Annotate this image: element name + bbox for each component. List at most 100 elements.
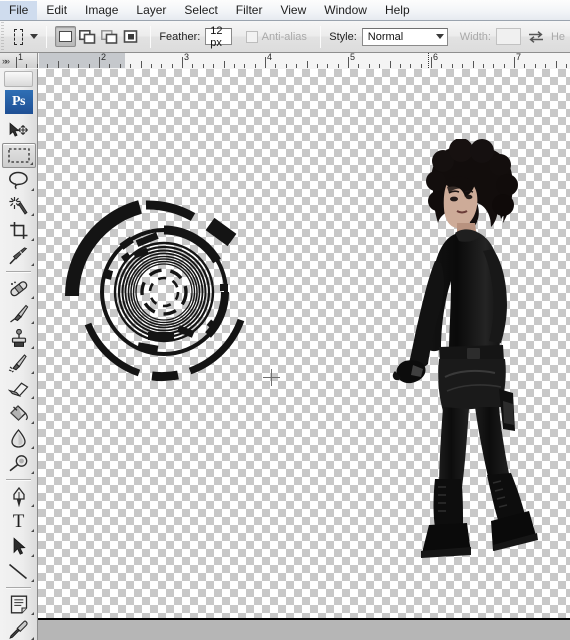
type-flyout-corner-icon xyxy=(30,529,34,532)
swap-width-height-icon[interactable] xyxy=(528,30,544,44)
photoshop-window: File Edit Image Layer Select Filter View… xyxy=(0,0,570,640)
ruler-label: 3 xyxy=(184,53,190,62)
ruler-minor-tick xyxy=(337,64,339,68)
style-select-value: Normal xyxy=(367,30,404,43)
crop-flyout-corner-icon xyxy=(30,238,34,241)
expand-arrows-icon: »» xyxy=(2,55,10,66)
type-tool[interactable]: T xyxy=(2,509,36,534)
ruler-minor-tick xyxy=(88,64,90,68)
options-divider-1 xyxy=(45,25,47,48)
document-canvas[interactable] xyxy=(38,69,570,620)
width-input[interactable] xyxy=(495,28,521,45)
ruler-minor-tick xyxy=(254,64,256,68)
lasso-flyout-corner-icon xyxy=(30,188,34,191)
magic-wand-tool[interactable] xyxy=(2,193,36,218)
slice-tool[interactable] xyxy=(2,243,36,268)
dodge-tool[interactable] xyxy=(2,451,36,476)
menu-file[interactable]: File xyxy=(0,0,38,20)
line-tool[interactable] xyxy=(2,559,36,584)
ruler-minor-tick xyxy=(441,64,443,68)
brush-tool[interactable] xyxy=(2,301,36,326)
active-tool-marquee-icon[interactable] xyxy=(14,28,23,45)
menu-filter[interactable]: Filter xyxy=(227,1,272,20)
healing-brush-tool[interactable] xyxy=(2,276,36,301)
ruler-minor-tick xyxy=(451,64,453,68)
lasso-tool[interactable] xyxy=(2,168,36,193)
history-brush-flyout-corner-icon xyxy=(30,371,34,374)
options-bar-grip[interactable] xyxy=(1,21,5,52)
notes-tool[interactable] xyxy=(2,592,36,617)
ruler-minor-tick xyxy=(565,64,567,68)
anti-alias-label: Anti-alias xyxy=(261,30,307,43)
ruler-label: 2 xyxy=(101,53,107,62)
ruler-minor-tick xyxy=(555,61,557,68)
ruler-minor-tick xyxy=(275,64,277,68)
tool-options-bar: Feather: 12 px Anti-alias Style: Normal … xyxy=(0,21,570,53)
menu-layer[interactable]: Layer xyxy=(127,1,175,20)
ruler-minor-tick xyxy=(306,61,308,68)
pen-tool[interactable] xyxy=(2,484,36,509)
eyedropper-tool[interactable] xyxy=(2,617,36,640)
ruler-minor-tick xyxy=(57,61,59,68)
eraser-tool[interactable] xyxy=(2,376,36,401)
rectangular-marquee-tool[interactable] xyxy=(1,143,36,168)
woman-figure-graphic xyxy=(392,139,538,558)
history-brush-tool[interactable] xyxy=(2,351,36,376)
ruler-label: 5 xyxy=(350,53,356,62)
ruler-minor-tick xyxy=(150,64,152,68)
subtract-from-selection-button[interactable] xyxy=(99,26,120,47)
menu-select[interactable]: Select xyxy=(175,1,226,20)
tools-divider-1 xyxy=(6,271,31,273)
intersect-with-selection-button[interactable] xyxy=(121,26,142,47)
notes-flyout-corner-icon xyxy=(30,612,34,615)
tools-panel-grip[interactable] xyxy=(4,71,33,87)
menu-help[interactable]: Help xyxy=(376,1,419,20)
ruler-minor-tick xyxy=(202,64,204,68)
ruler-scale: 1 2 3 4 5 6 7 xyxy=(16,53,570,68)
add-to-selection-button[interactable] xyxy=(77,26,98,47)
menu-edit[interactable]: Edit xyxy=(37,1,76,20)
options-divider-2 xyxy=(149,25,152,48)
ruler-minor-tick xyxy=(399,64,401,68)
line-flyout-corner-icon xyxy=(30,579,34,582)
selection-mode-group xyxy=(54,26,142,47)
blur-tool[interactable] xyxy=(2,426,36,451)
type-T-icon: T xyxy=(12,511,25,532)
tool-preset-chevron-down-icon[interactable] xyxy=(29,34,38,39)
ruler-minor-tick xyxy=(78,64,80,68)
feather-input[interactable]: 12 px xyxy=(205,25,232,49)
menu-view[interactable]: View xyxy=(271,1,315,20)
menu-image[interactable]: Image xyxy=(76,1,127,20)
path-selection-flyout-corner-icon xyxy=(30,554,34,557)
clone-stamp-tool[interactable] xyxy=(2,326,36,351)
ruler-major-tick xyxy=(514,57,515,68)
ruler-minor-tick xyxy=(119,64,121,68)
ruler-minor-tick xyxy=(327,64,329,68)
style-chevron-down-icon xyxy=(435,34,444,39)
ruler-minor-tick xyxy=(358,64,360,68)
ruler-minor-tick xyxy=(420,64,422,68)
style-select[interactable]: Normal xyxy=(361,27,448,46)
ruler-minor-tick xyxy=(192,64,194,68)
menu-window[interactable]: Window xyxy=(315,1,376,20)
ruler-minor-tick xyxy=(171,64,173,68)
healing-brush-flyout-corner-icon xyxy=(30,296,34,299)
ruler-label: 7 xyxy=(516,53,522,62)
tools-panel: Ps T xyxy=(0,69,38,640)
gradient-tool[interactable] xyxy=(2,401,36,426)
ruler-minor-tick xyxy=(368,64,370,68)
move-tool[interactable] xyxy=(2,118,36,143)
canvas-surround-area xyxy=(38,620,570,640)
anti-alias-checkbox[interactable] xyxy=(245,30,258,43)
ruler-minor-tick xyxy=(316,64,318,68)
height-label: He xyxy=(550,30,565,43)
new-selection-button[interactable] xyxy=(54,26,76,47)
horizontal-ruler[interactable]: »» 1 2 3 4 5 6 7 xyxy=(0,53,570,70)
blur-flyout-corner-icon xyxy=(30,446,34,449)
ruler-minor-tick xyxy=(223,61,225,68)
ruler-minor-tick xyxy=(389,61,391,68)
ruler-minor-tick xyxy=(140,61,142,68)
crop-tool[interactable] xyxy=(2,218,36,243)
path-selection-tool[interactable] xyxy=(2,534,36,559)
ruler-minor-tick xyxy=(472,61,474,68)
